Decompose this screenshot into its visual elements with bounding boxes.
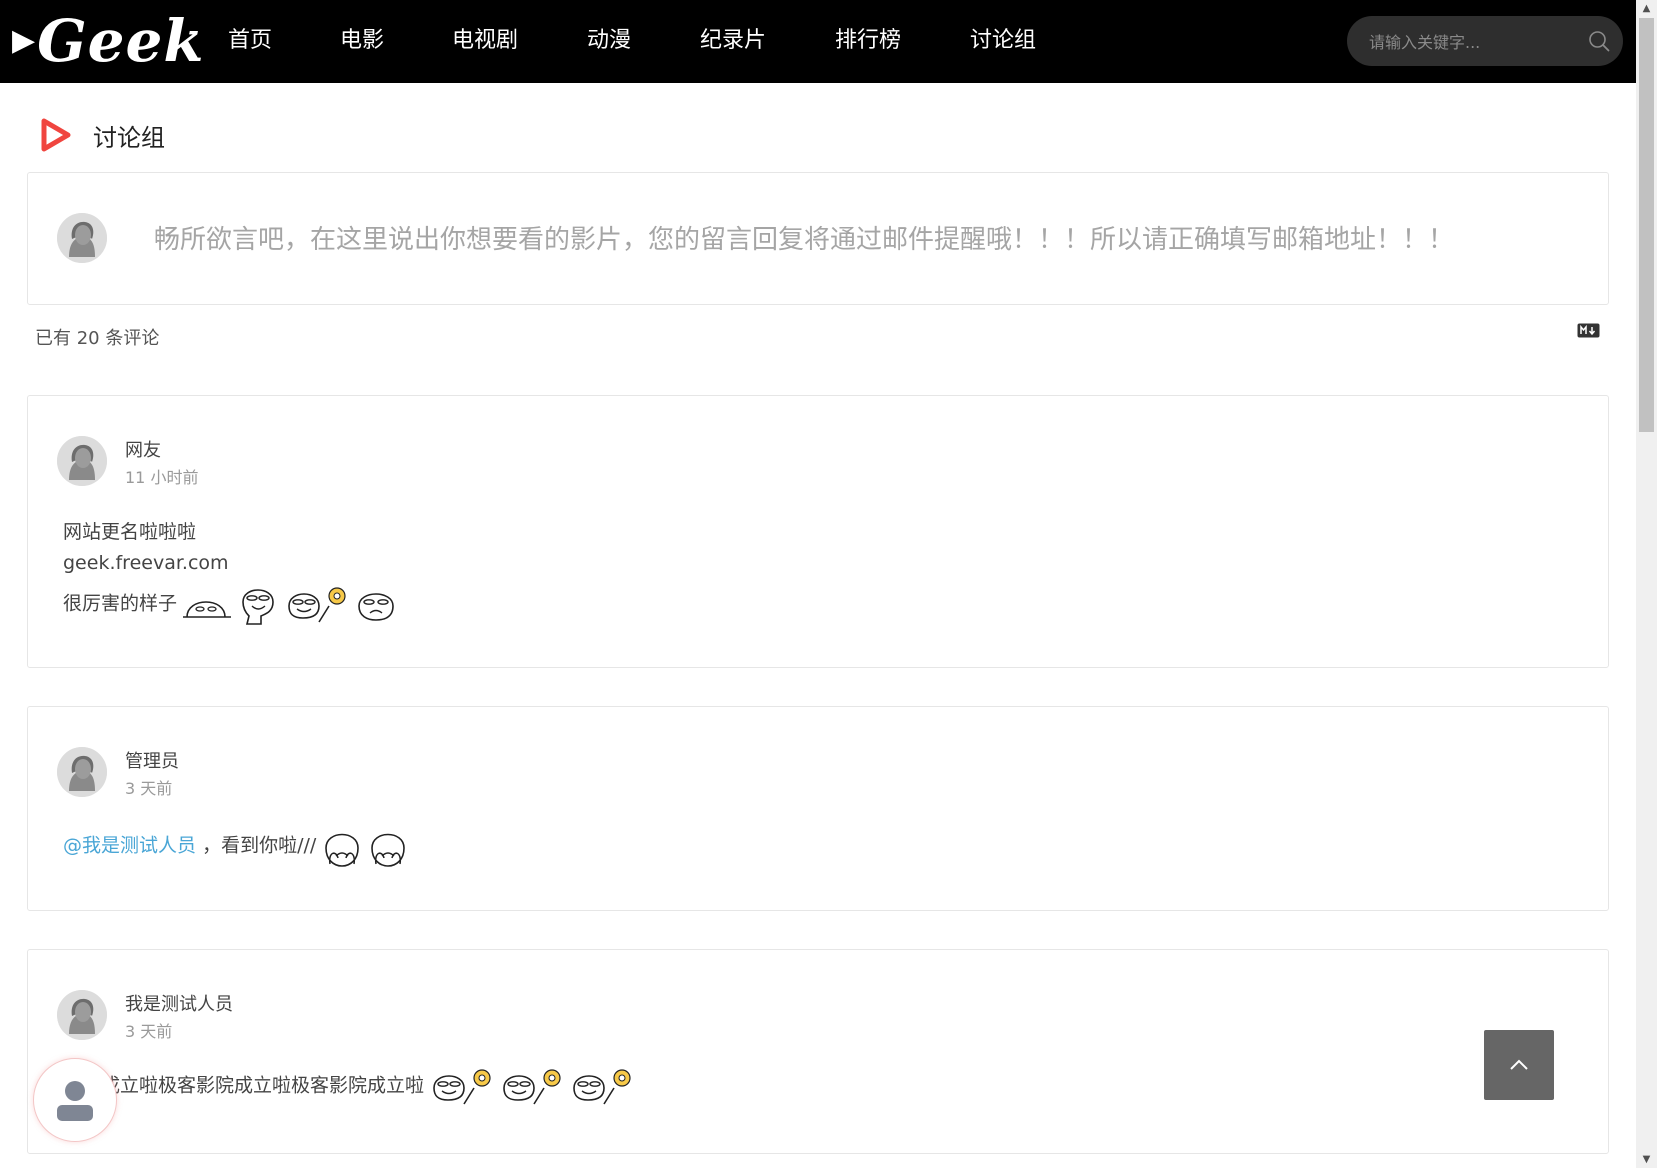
comment-text-line-with-emoji: @我是测试人员 ，看到你啦/// [63, 824, 408, 868]
play-icon [41, 118, 71, 152]
search-bar [1347, 16, 1623, 68]
user-login-button[interactable] [33, 1058, 117, 1142]
mention-link[interactable]: @我是测试人员 [63, 835, 196, 857]
nav-tv-series[interactable]: 电视剧 [452, 24, 518, 58]
search-icon[interactable] [1587, 29, 1611, 53]
avatar [57, 990, 107, 1040]
flower-emoji-icon [433, 1069, 491, 1105]
chevron-up-icon [1510, 1059, 1528, 1070]
top-navbar: ▶ Geek 首页 电影 电视剧 动漫 纪录片 排行榜 讨论组 [0, 0, 1636, 83]
default-avatar-icon [57, 747, 107, 797]
play-triangle-icon: ▶ [12, 23, 36, 58]
cover-face-emoji-icon [371, 833, 406, 867]
default-avatar-icon [57, 990, 107, 1040]
markdown-icon[interactable] [1577, 323, 1600, 338]
comment-time: 11 小时前 [125, 468, 199, 487]
comment-count: 已有 20 条评论 [35, 328, 160, 349]
comment-author[interactable]: 网友 [125, 436, 161, 462]
nav-home[interactable]: 首页 [228, 24, 272, 58]
site-logo[interactable]: ▶ Geek [12, 8, 205, 74]
nav-documentary[interactable]: 纪录片 [700, 24, 766, 58]
comment-time: 3 天前 [125, 1022, 173, 1041]
nav-discussion[interactable]: 讨论组 [970, 24, 1036, 58]
comment-text-line: 网站更名啦啦啦 [63, 521, 197, 543]
comment-time: 3 天前 [125, 779, 173, 798]
comment-text-line: geek.freevar.com [63, 552, 229, 574]
scroll-down-arrow-icon[interactable]: ▼ [1636, 1151, 1657, 1168]
scroll-up-arrow-icon[interactable]: ▲ [1636, 0, 1657, 17]
flower-emoji-icon [503, 1069, 561, 1105]
comment-text: ，看到你啦/// [202, 834, 317, 857]
comment-input-box[interactable]: 畅所欲言吧，在这里说出你想要看的影片，您的留言回复将通过邮件提醒哦！！！所以请正… [27, 172, 1609, 305]
smirk-emoji-icon [242, 589, 274, 625]
avatar [57, 747, 107, 797]
comment-placeholder: 畅所欲言吧，在这里说出你想要看的影片，您的留言回复将通过邮件提醒哦！！！所以请正… [154, 225, 1455, 255]
cover-face-emoji-icon [325, 833, 360, 867]
comment-text-line-with-emoji: 很厉害的样子 [63, 582, 397, 626]
scrollbar-thumb[interactable] [1639, 18, 1654, 432]
default-avatar-icon [57, 436, 107, 486]
nav-rankings[interactable]: 排行榜 [835, 24, 901, 58]
flower-emoji-icon [573, 1069, 631, 1105]
avatar [57, 436, 107, 486]
flower-emoji-icon [288, 587, 346, 623]
search-input[interactable] [1367, 16, 1581, 68]
page-scrollbar[interactable]: ▲ ▼ [1636, 0, 1657, 1168]
comment-card: 我是测试人员 3 天前 影院成立啦极客影院成立啦极客影院成立啦 [27, 949, 1609, 1154]
default-avatar-icon [57, 213, 107, 263]
page-title: 讨论组 [93, 124, 165, 152]
comment-text: 很厉害的样子 [63, 592, 178, 615]
peek-emoji-icon [183, 601, 232, 618]
comment-text: 影院成立啦极客影院成立啦极客影院成立啦 [63, 1074, 425, 1097]
back-to-top-button[interactable] [1484, 1030, 1554, 1100]
comment-card: 管理员 3 天前 @我是测试人员 ，看到你啦/// [27, 706, 1609, 911]
nav-movies[interactable]: 电影 [340, 24, 384, 58]
comment-card: 网友 11 小时前 网站更名啦啦啦 geek.freevar.com 很厉害的样… [27, 395, 1609, 668]
comment-author[interactable]: 管理员 [125, 747, 179, 773]
comment-author[interactable]: 我是测试人员 [125, 990, 233, 1016]
comment-text-line-with-emoji: 影院成立啦极客影院成立啦极客影院成立啦 [63, 1066, 634, 1106]
nav-anime[interactable]: 动漫 [587, 24, 631, 58]
logo-text: Geek [37, 7, 205, 75]
user-icon [57, 1081, 93, 1121]
sad-emoji-icon [358, 593, 395, 621]
avatar [57, 213, 107, 263]
